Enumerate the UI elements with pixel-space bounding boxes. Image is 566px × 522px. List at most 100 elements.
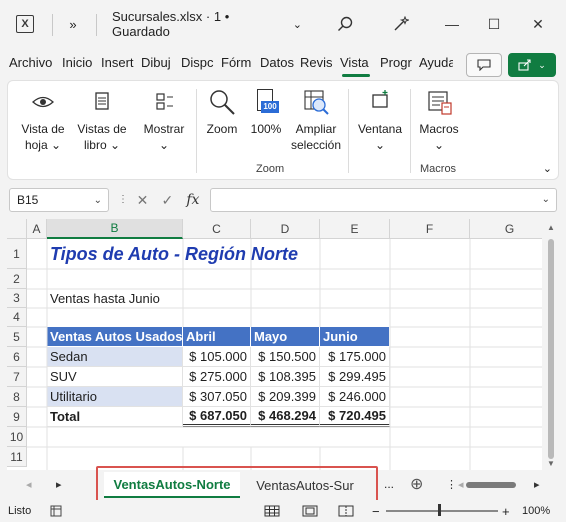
eye-icon bbox=[32, 96, 54, 108]
magic-wand-icon bbox=[394, 16, 409, 31]
comments-button[interactable] bbox=[466, 53, 502, 77]
zoom-slider[interactable] bbox=[386, 510, 498, 512]
zoom-slider-thumb[interactable] bbox=[438, 504, 441, 516]
ventana-button[interactable]: Ventana ⌄ bbox=[352, 87, 408, 153]
row-header[interactable]: 10 bbox=[7, 427, 27, 447]
insert-function-icon[interactable]: fx bbox=[186, 192, 199, 208]
tab-vista[interactable]: Vista bbox=[340, 55, 372, 77]
document-title-text: Sucursales.xlsx · 1 • Guardado bbox=[112, 9, 230, 39]
search-button[interactable] bbox=[330, 0, 360, 48]
column-header-e[interactable]: E bbox=[320, 219, 390, 239]
vista-de-hoja-button[interactable]: Vista de hoja ⌄ bbox=[16, 87, 70, 153]
row-header[interactable]: 4 bbox=[7, 308, 27, 327]
tab-dibujar[interactable]: Dibuj bbox=[141, 55, 175, 77]
scroll-down-icon[interactable]: ▼ bbox=[547, 459, 555, 468]
row-header[interactable]: 1 bbox=[7, 239, 27, 269]
zoom-level[interactable]: 100% bbox=[522, 503, 550, 519]
column-header-b[interactable]: B bbox=[47, 219, 183, 239]
designer-button[interactable] bbox=[386, 0, 416, 48]
more-options-icon[interactable]: ⋮ bbox=[118, 194, 128, 205]
cancel-icon[interactable]: ✕ bbox=[137, 192, 149, 209]
ampliar-seleccion-label: Ampliar selección bbox=[290, 122, 342, 152]
row-header[interactable]: 3 bbox=[7, 289, 27, 308]
tab-programador[interactable]: Progr bbox=[380, 55, 414, 77]
chevron-down-icon: ⌄ bbox=[292, 18, 302, 31]
normal-view-icon[interactable] bbox=[264, 503, 280, 519]
highlight-box bbox=[96, 466, 378, 504]
tab-archivo[interactable]: Archivo bbox=[9, 55, 55, 77]
more-options-icon[interactable]: ⋮ bbox=[446, 478, 457, 491]
minimize-button[interactable]: — bbox=[432, 0, 472, 48]
select-all-corner[interactable] bbox=[7, 219, 27, 239]
accessibility-icon[interactable] bbox=[50, 503, 64, 519]
collapse-ribbon-icon[interactable]: ⌄ bbox=[543, 162, 552, 175]
next-sheet-icon[interactable]: ▸ bbox=[56, 478, 62, 491]
status-bar: Listo − + 100% bbox=[0, 500, 566, 522]
share-button[interactable]: ⌄ bbox=[508, 53, 556, 77]
macros-label: Macros ⌄ bbox=[419, 122, 459, 152]
tab-disposicion[interactable]: Dispc bbox=[181, 55, 215, 77]
tab-formulas[interactable]: Fórm bbox=[221, 55, 255, 77]
column-header-f[interactable]: F bbox=[390, 219, 470, 239]
comment-icon bbox=[477, 59, 491, 71]
prev-sheet-icon[interactable]: ◂ bbox=[26, 478, 32, 491]
scroll-up-icon[interactable]: ▲ bbox=[547, 223, 555, 232]
worksheet-grid[interactable]: A B C D E F G 1 2 3 4 5 6 7 8 9 10 11 Ti… bbox=[7, 219, 542, 470]
row-header[interactable]: 5 bbox=[7, 327, 27, 347]
ampliar-seleccion-button[interactable]: Ampliar selección bbox=[288, 87, 344, 153]
search-icon bbox=[338, 16, 353, 31]
column-header-g[interactable]: G bbox=[470, 219, 542, 239]
ribbon-tabs: Archivo Inicio Insert Dibuj Dispc Fórm D… bbox=[0, 50, 566, 78]
maximize-button[interactable]: ☐ bbox=[474, 0, 514, 48]
row-header[interactable]: 2 bbox=[7, 269, 27, 289]
zoom-100-button[interactable]: 100 100% bbox=[248, 87, 284, 137]
tab-inicio[interactable]: Inicio bbox=[62, 55, 96, 77]
tab-datos[interactable]: Datos bbox=[260, 55, 294, 77]
scroll-left-icon[interactable]: ◂ bbox=[458, 478, 464, 491]
quick-access-more-button[interactable]: » bbox=[60, 0, 86, 48]
add-sheet-icon[interactable]: ⊕ bbox=[410, 474, 423, 494]
gridlines bbox=[27, 239, 542, 470]
more-sheets-button[interactable]: ... bbox=[384, 477, 394, 491]
tab-revisar[interactable]: Revis bbox=[300, 55, 334, 77]
zoom-in-button[interactable]: + bbox=[502, 503, 510, 519]
divider bbox=[410, 89, 411, 173]
divider bbox=[348, 89, 349, 173]
zoom-out-button[interactable]: − bbox=[372, 503, 380, 519]
workbook-view-icon bbox=[95, 92, 109, 110]
row-header[interactable]: 11 bbox=[7, 447, 27, 467]
scrollbar-thumb[interactable] bbox=[548, 239, 554, 459]
macros-button[interactable]: Macros ⌄ bbox=[414, 87, 464, 153]
zoom-button[interactable]: Zoom bbox=[200, 87, 244, 137]
page-layout-icon[interactable] bbox=[302, 503, 318, 519]
row-header[interactable]: 6 bbox=[7, 347, 27, 367]
column-header-a[interactable]: A bbox=[27, 219, 47, 239]
close-button[interactable]: ✕ bbox=[518, 0, 558, 48]
confirm-icon[interactable]: ✓ bbox=[161, 192, 173, 209]
share-icon bbox=[518, 59, 531, 71]
row-header[interactable]: 8 bbox=[7, 387, 27, 407]
horizontal-scrollbar-thumb[interactable] bbox=[466, 482, 516, 488]
mostrar-label: Mostrar ⌄ bbox=[143, 122, 185, 152]
page-break-icon[interactable] bbox=[338, 503, 354, 519]
vertical-scrollbar[interactable]: ▲ ▼ bbox=[544, 219, 558, 470]
title-bar: X » Sucursales.xlsx · 1 • Guardado ⌄ — ☐… bbox=[0, 0, 566, 48]
macros-icon bbox=[428, 91, 452, 115]
vistas-de-libro-button[interactable]: Vistas de libro ⌄ bbox=[74, 87, 130, 153]
row-header[interactable]: 7 bbox=[7, 367, 27, 387]
divider bbox=[52, 14, 53, 36]
chevron-down-icon: ⌄ bbox=[93, 194, 102, 206]
document-title[interactable]: Sucursales.xlsx · 1 • Guardado ⌄ bbox=[112, 0, 302, 48]
mostrar-button[interactable]: Mostrar ⌄ bbox=[136, 87, 192, 153]
window-icon bbox=[372, 90, 388, 108]
zoom-100-label: 100% bbox=[250, 122, 282, 136]
scroll-right-icon[interactable]: ▸ bbox=[534, 478, 540, 491]
column-header-c[interactable]: C bbox=[183, 219, 251, 239]
vista-de-hoja-label: Vista de hoja ⌄ bbox=[21, 122, 65, 152]
tab-ayuda[interactable]: Ayuda bbox=[419, 55, 453, 77]
column-header-d[interactable]: D bbox=[251, 219, 320, 239]
tab-insertar[interactable]: Insert bbox=[101, 55, 135, 77]
name-box[interactable]: B15 ⌄ bbox=[9, 188, 109, 212]
row-header[interactable]: 9 bbox=[7, 407, 27, 427]
formula-input[interactable]: ⌄ bbox=[210, 188, 557, 212]
